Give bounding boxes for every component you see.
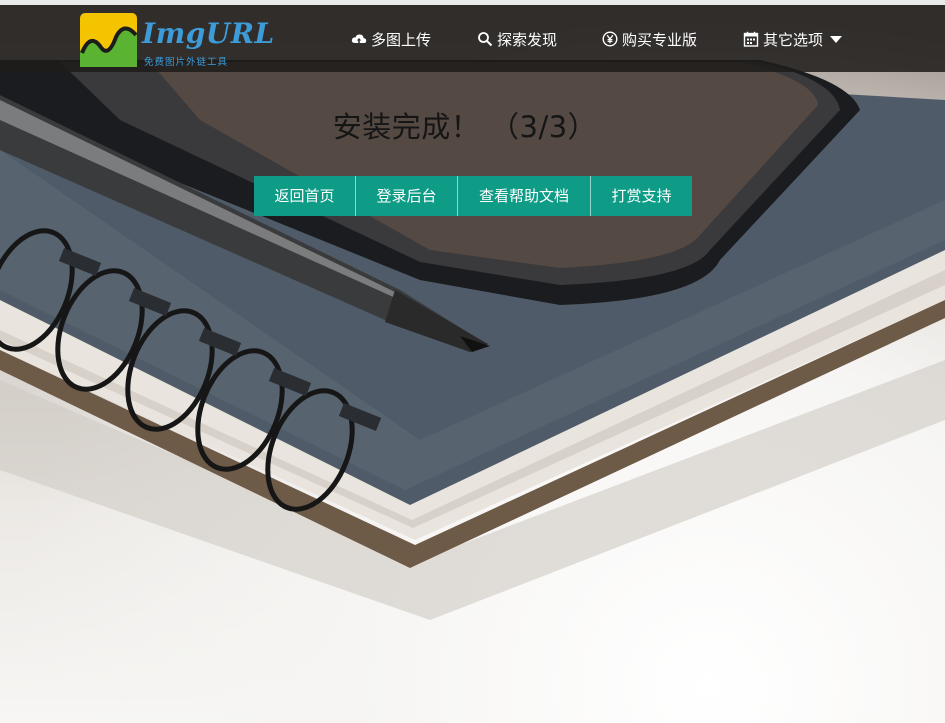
login-admin-button[interactable]: 登录后台 — [356, 176, 458, 216]
page-title: 安装完成！ （3/3） — [332, 110, 598, 144]
nav-item-upload[interactable]: 多图上传 — [351, 27, 431, 51]
nav-item-explore[interactable]: 探索发现 — [477, 27, 557, 51]
help-docs-button[interactable]: 查看帮助文档 — [458, 176, 591, 216]
action-button-group: 返回首页 登录后台 查看帮助文档 打赏支持 — [254, 176, 692, 216]
logo-mark-icon — [80, 13, 137, 67]
logo-text: ImgURL — [142, 17, 275, 50]
donate-button[interactable]: 打赏支持 — [591, 176, 692, 216]
logo[interactable]: ImgURL 免费图片外链工具 — [80, 11, 274, 69]
calendar-icon — [743, 31, 759, 47]
search-icon — [477, 31, 493, 47]
logo-tagline: 免费图片外链工具 — [144, 57, 229, 68]
chevron-down-icon — [830, 35, 843, 43]
cloud-upload-icon — [351, 31, 367, 47]
nav-label-upload: 多图上传 — [371, 30, 432, 49]
nav-label-buy-pro: 购买专业版 — [622, 30, 698, 49]
nav-label-explore: 探索发现 — [497, 30, 558, 49]
nav-label-more-options: 其它选项 — [763, 30, 824, 49]
nav-item-more-options[interactable]: 其它选项 — [743, 27, 843, 51]
navbar: ImgURL 免费图片外链工具 多图上传 探索发现 购买专业版 其它选项 — [0, 5, 945, 72]
nav-item-buy-pro[interactable]: 购买专业版 — [602, 27, 697, 51]
back-home-button[interactable]: 返回首页 — [254, 176, 356, 216]
yen-coin-icon — [602, 31, 618, 47]
